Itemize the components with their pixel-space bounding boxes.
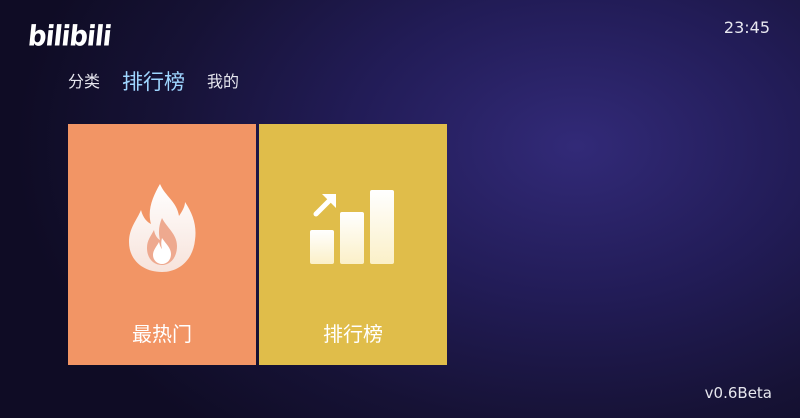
logo-text: bilibili (26, 20, 113, 54)
tile-hottest-label: 最热门 (132, 322, 192, 346)
bilibili-logo: bilibili (26, 14, 113, 54)
clock: 23:45 (723, 18, 770, 37)
tile-ranking[interactable]: 排行榜 (259, 124, 447, 365)
ranking-chart-icon (308, 182, 398, 270)
tile-ranking-label: 排行榜 (323, 322, 383, 346)
version-label: v0.6Beta (704, 384, 772, 402)
tab-category[interactable]: 分类 (68, 68, 100, 96)
top-nav-tabs: 分类 排行榜 我的 (68, 68, 239, 96)
tile-hottest[interactable]: 最热门 (68, 124, 256, 365)
flame-icon (127, 182, 197, 278)
tab-mine[interactable]: 我的 (207, 68, 239, 96)
tab-ranking[interactable]: 排行榜 (122, 68, 185, 96)
